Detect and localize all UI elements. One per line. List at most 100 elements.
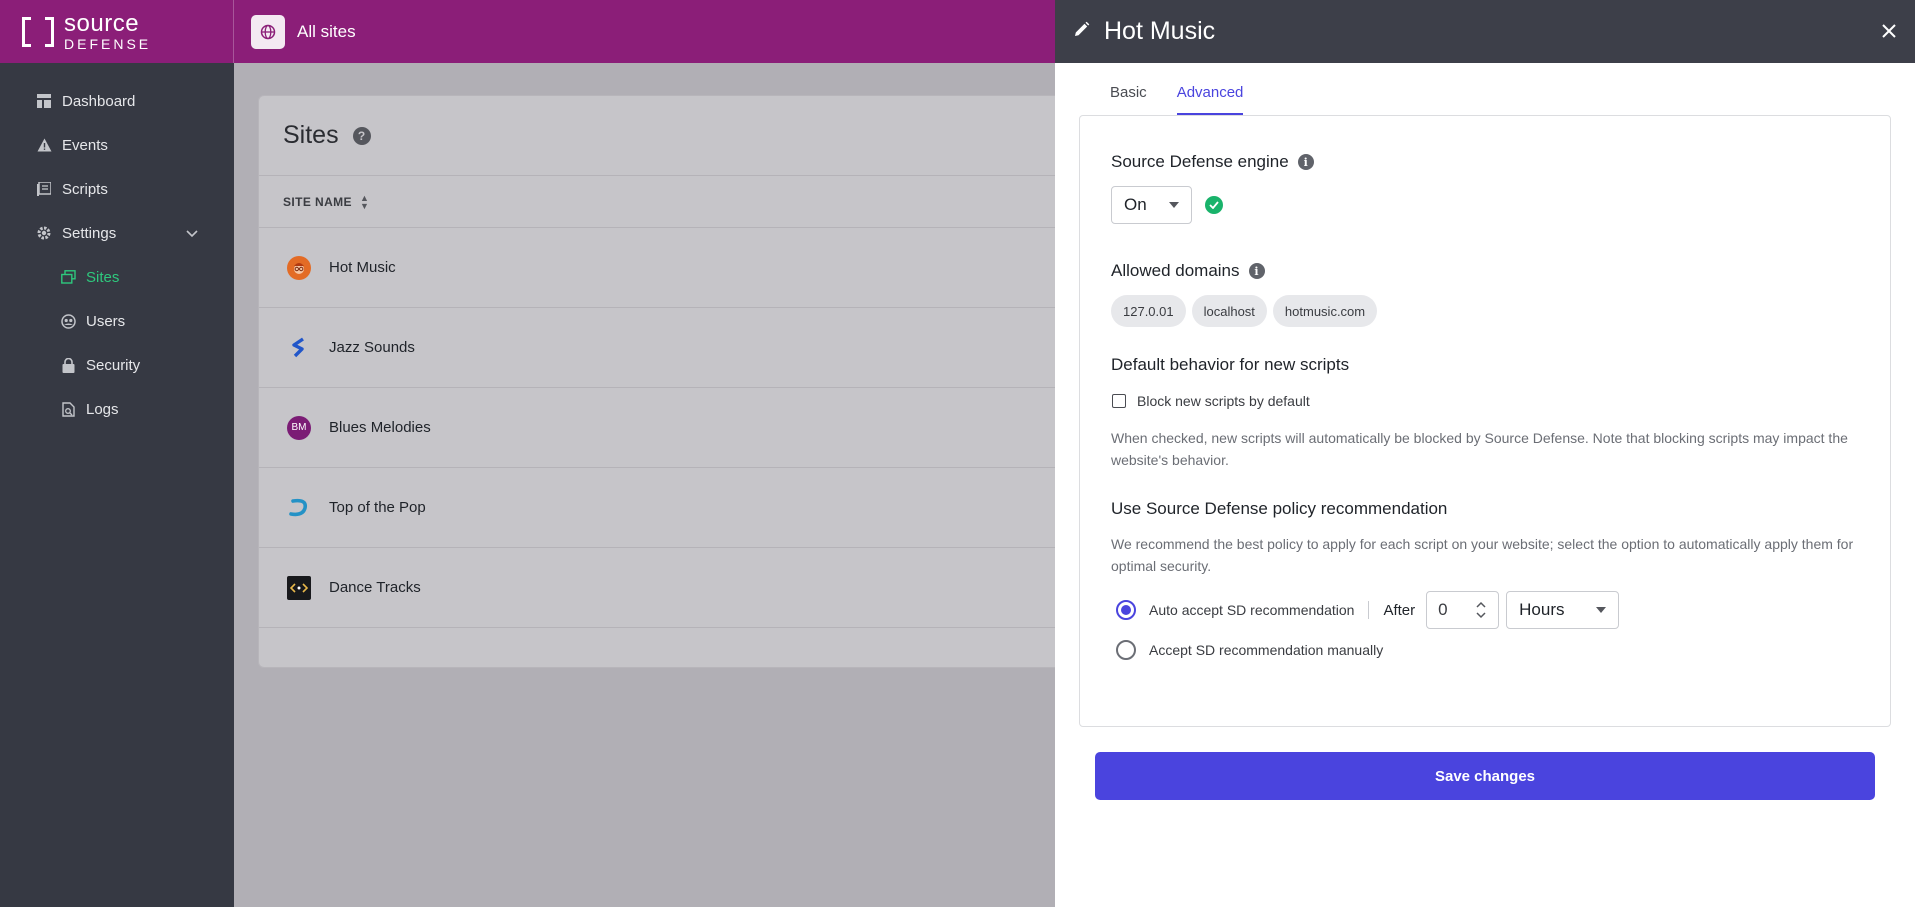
sidebar-item-settings[interactable]: Settings bbox=[0, 211, 234, 255]
sort-icon[interactable]: ▲ ▼ bbox=[360, 193, 369, 210]
gear-icon bbox=[36, 225, 52, 241]
engine-title-text: Source Defense engine bbox=[1111, 152, 1289, 171]
manual-accept-radio[interactable] bbox=[1116, 640, 1136, 660]
top-bar: source DEFENSE All sites bbox=[0, 0, 1055, 63]
close-icon[interactable] bbox=[1879, 21, 1899, 41]
dashboard-icon bbox=[36, 93, 52, 109]
top-of-the-pop-avatar-icon bbox=[287, 496, 311, 520]
domain-chip[interactable]: localhost bbox=[1191, 295, 1267, 327]
after-hours-stepper[interactable]: 0 bbox=[1426, 591, 1500, 629]
info-icon[interactable]: i bbox=[1297, 154, 1314, 170]
caret-down-icon bbox=[1169, 202, 1179, 208]
sidebar-item-users[interactable]: Users bbox=[0, 299, 234, 343]
dance-tracks-avatar-icon bbox=[287, 575, 311, 600]
domain-chips: 127.0.01 localhost hotmusic.com bbox=[1111, 295, 1859, 327]
info-icon[interactable]: i bbox=[1248, 263, 1265, 279]
policy-section-title: Use Source Defense policy recommendation bbox=[1111, 499, 1448, 518]
card-header: Sites ? bbox=[259, 96, 1077, 176]
lock-icon bbox=[60, 357, 76, 373]
table-row[interactable]: BM Blues Melodies bbox=[259, 388, 1077, 468]
manual-accept-label: Accept SD recommendation manually bbox=[1149, 642, 1384, 658]
hot-music-avatar-icon bbox=[287, 255, 311, 280]
sidebar-item-label: Security bbox=[86, 356, 141, 374]
check-circle-icon bbox=[1205, 196, 1223, 214]
time-unit-select[interactable]: Hours bbox=[1506, 591, 1620, 629]
edit-site-drawer: Hot Music Basic Advanced Source Defense … bbox=[1055, 0, 1915, 907]
block-new-scripts-checkbox[interactable] bbox=[1112, 394, 1126, 408]
sidebar-item-events[interactable]: Events bbox=[0, 123, 234, 167]
sites-icon bbox=[60, 269, 76, 285]
sidebar-item-label: Users bbox=[86, 312, 126, 330]
warning-icon bbox=[36, 137, 52, 153]
table-row[interactable]: Top of the Pop bbox=[259, 468, 1077, 548]
page-title: Sites bbox=[283, 121, 339, 149]
globe-icon bbox=[251, 14, 285, 49]
engine-select-value: On bbox=[1124, 195, 1147, 214]
table-row[interactable]: Hot Music bbox=[259, 228, 1077, 308]
logs-icon bbox=[60, 401, 76, 417]
chevron-down-icon[interactable] bbox=[186, 225, 198, 242]
tab-advanced[interactable]: Advanced bbox=[1176, 84, 1244, 115]
auto-accept-radio[interactable] bbox=[1116, 600, 1136, 620]
column-header-label: SITE NAME bbox=[283, 194, 352, 209]
column-header-site-name[interactable]: SITE NAME ▲ ▼ bbox=[259, 176, 1077, 228]
site-switch-label: All sites bbox=[297, 21, 356, 41]
help-icon[interactable]: ? bbox=[352, 126, 371, 145]
advanced-settings-panel: Source Defense engine i On Allowed domai… bbox=[1079, 115, 1891, 727]
site-name: Hot Music bbox=[329, 259, 396, 276]
auto-accept-row: Auto accept SD recommendation After 0 Ho… bbox=[1111, 591, 1859, 629]
after-label: After bbox=[1383, 601, 1416, 619]
engine-select[interactable]: On bbox=[1111, 186, 1192, 224]
logo-mark bbox=[22, 16, 54, 47]
jazz-sounds-avatar-icon bbox=[287, 336, 311, 360]
domain-chip[interactable]: hotmusic.com bbox=[1272, 295, 1378, 327]
default-behavior-hint: When checked, new scripts will automatic… bbox=[1111, 430, 1848, 468]
site-name: Dance Tracks bbox=[329, 579, 421, 596]
after-hours-value: 0 bbox=[1438, 600, 1448, 619]
sidebar-item-label: Sites bbox=[86, 268, 120, 286]
site-name: Jazz Sounds bbox=[329, 339, 415, 356]
block-new-scripts-row[interactable]: Block new scripts by default bbox=[1111, 393, 1859, 409]
pencil-icon bbox=[1073, 21, 1090, 43]
block-new-scripts-label: Block new scripts by default bbox=[1137, 393, 1310, 409]
sidebar-item-label: Logs bbox=[86, 400, 119, 418]
site-switcher[interactable]: All sites bbox=[251, 14, 356, 49]
domains-section-title: Allowed domains i bbox=[1111, 261, 1859, 281]
blues-melodies-avatar: BM bbox=[287, 415, 311, 440]
site-name: Top of the Pop bbox=[329, 499, 426, 516]
logo-text-defense: DEFENSE bbox=[64, 36, 152, 52]
policy-hint: We recommend the best policy to apply fo… bbox=[1111, 536, 1854, 574]
main-content-overlay: Sites ? SITE NAME ▲ ▼ Hot Music Jazz Soun… bbox=[234, 63, 1078, 907]
manual-accept-row: Accept SD recommendation manually bbox=[1111, 631, 1859, 669]
sidebar-item-label: Settings bbox=[62, 224, 117, 242]
domain-chip[interactable]: 127.0.01 bbox=[1111, 295, 1186, 327]
default-behavior-title: Default behavior for new scripts bbox=[1111, 355, 1350, 374]
logo[interactable]: source DEFENSE bbox=[0, 0, 234, 63]
sidebar: Dashboard Events Scripts Settings Sites … bbox=[0, 63, 234, 907]
sidebar-item-logs[interactable]: Logs bbox=[0, 387, 234, 431]
sidebar-item-label: Dashboard bbox=[62, 92, 136, 110]
scripts-icon bbox=[36, 181, 52, 197]
time-unit-value: Hours bbox=[1519, 600, 1565, 619]
save-button[interactable]: Save changes bbox=[1095, 752, 1875, 800]
sidebar-item-security[interactable]: Security bbox=[0, 343, 234, 387]
sidebar-item-scripts[interactable]: Scripts bbox=[0, 167, 234, 211]
sidebar-item-dashboard[interactable]: Dashboard bbox=[0, 79, 234, 123]
auto-accept-label: Auto accept SD recommendation bbox=[1149, 602, 1355, 618]
drawer-header: Hot Music bbox=[1055, 0, 1915, 63]
sidebar-item-label: Scripts bbox=[62, 180, 108, 198]
logo-text-source: source bbox=[64, 10, 140, 37]
site-name: Blues Melodies bbox=[329, 419, 431, 436]
table-row[interactable]: Jazz Sounds bbox=[259, 308, 1077, 388]
drawer-tabs: Basic Advanced bbox=[1055, 63, 1915, 115]
sidebar-item-sites[interactable]: Sites bbox=[0, 255, 234, 299]
domains-title-text: Allowed domains bbox=[1111, 261, 1240, 280]
table-row[interactable]: Dance Tracks bbox=[259, 548, 1077, 628]
sites-card: Sites ? SITE NAME ▲ ▼ Hot Music Jazz Soun… bbox=[258, 95, 1078, 668]
sidebar-item-label: Events bbox=[62, 136, 108, 154]
users-icon bbox=[60, 313, 76, 329]
stepper-arrows-icon[interactable] bbox=[1476, 601, 1486, 619]
engine-section-title: Source Defense engine i bbox=[1111, 152, 1859, 172]
tab-basic[interactable]: Basic bbox=[1110, 84, 1147, 115]
engine-control-row: On bbox=[1111, 186, 1859, 224]
